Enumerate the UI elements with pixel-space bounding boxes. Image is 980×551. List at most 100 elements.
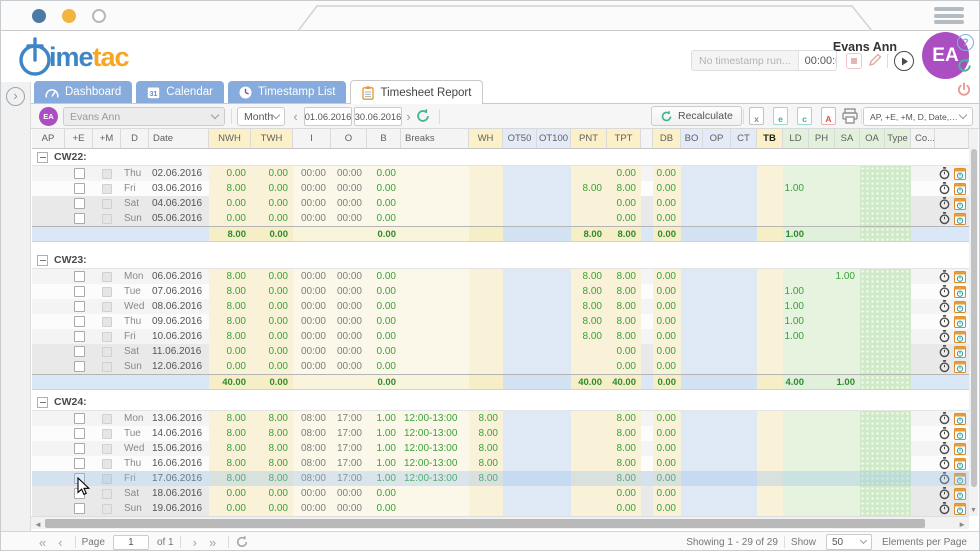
timesheet-detail-icon[interactable] bbox=[954, 361, 966, 373]
timesheet-detail-icon[interactable] bbox=[954, 428, 966, 440]
scroll-right-arrow[interactable]: ► bbox=[958, 520, 966, 529]
timesheet-detail-icon[interactable] bbox=[954, 183, 966, 195]
previous-period-button[interactable]: ‹ bbox=[289, 107, 302, 126]
tab-calendar[interactable]: 31Calendar bbox=[136, 81, 224, 103]
column-header-OT100[interactable]: OT100 bbox=[537, 129, 571, 149]
stopwatch-icon[interactable] bbox=[939, 315, 950, 328]
tab-timesheet-report[interactable]: Timesheet Report bbox=[350, 80, 483, 104]
table-row[interactable]: Fri17.06.20168.008.0008:0017:001.0012:00… bbox=[32, 471, 969, 486]
column-header-OP[interactable]: OP bbox=[703, 129, 731, 149]
timesheet-detail-icon[interactable] bbox=[954, 331, 966, 343]
timesheet-detail-icon[interactable] bbox=[954, 301, 966, 313]
help-icon[interactable]: ? bbox=[957, 34, 974, 51]
export-e-icon[interactable]: e bbox=[773, 107, 788, 125]
timesheet-detail-icon[interactable] bbox=[954, 413, 966, 425]
table-row[interactable]: Tue14.06.20168.008.0008:0017:001.0012:00… bbox=[32, 426, 969, 441]
table-row[interactable]: Mon06.06.20168.000.0000:0000:000.008.008… bbox=[32, 269, 969, 284]
column-header-B[interactable]: B bbox=[367, 129, 401, 149]
table-row[interactable]: Sun19.06.20160.000.0000:0000:000.000.000… bbox=[32, 501, 969, 516]
row-select-checkbox[interactable] bbox=[74, 413, 85, 424]
reload-report-icon[interactable] bbox=[415, 108, 431, 129]
timesheet-detail-icon[interactable] bbox=[954, 503, 966, 515]
column-header-DB[interactable]: DB bbox=[653, 129, 681, 149]
hamburger-menu-icon[interactable] bbox=[934, 7, 964, 27]
next-period-button[interactable]: › bbox=[402, 107, 415, 126]
timesheet-detail-icon[interactable] bbox=[954, 271, 966, 283]
stopwatch-icon[interactable] bbox=[939, 472, 950, 485]
table-row[interactable]: Thu16.06.20168.008.0008:0017:001.0012:00… bbox=[32, 456, 969, 471]
table-row[interactable]: Thu09.06.20168.000.0000:0000:000.008.008… bbox=[32, 314, 969, 329]
stopwatch-icon[interactable] bbox=[939, 427, 950, 440]
column-header-WH[interactable]: WH bbox=[469, 129, 503, 149]
timesheet-detail-icon[interactable] bbox=[954, 213, 966, 225]
column-header-TB[interactable]: TB bbox=[757, 129, 783, 149]
refresh-icon[interactable] bbox=[956, 57, 973, 79]
column-header-Breaks[interactable]: Breaks bbox=[401, 129, 469, 149]
page-size-select[interactable]: 50 bbox=[826, 534, 872, 550]
column-header-LD[interactable]: LD bbox=[783, 129, 809, 149]
scroll-left-arrow[interactable]: ◄ bbox=[34, 520, 42, 529]
stopwatch-icon[interactable] bbox=[939, 182, 950, 195]
columns-select[interactable]: AP, +E, +M, D, Date, NWH, T bbox=[863, 107, 973, 126]
row-select-checkbox[interactable] bbox=[74, 503, 85, 514]
table-row[interactable]: Fri10.06.20168.000.0000:0000:000.008.008… bbox=[32, 329, 969, 344]
table-row[interactable]: Sun12.06.20160.000.0000:0000:000.000.000… bbox=[32, 359, 969, 374]
stop-timestamp-icon[interactable] bbox=[846, 53, 862, 69]
timesheet-detail-icon[interactable] bbox=[954, 286, 966, 298]
tab-timestamp-list[interactable]: Timestamp List bbox=[228, 81, 347, 103]
column-header-CT[interactable]: CT bbox=[731, 129, 757, 149]
table-row[interactable]: Sat11.06.20160.000.0000:0000:000.000.000… bbox=[32, 344, 969, 359]
table-row[interactable]: Tue07.06.20168.000.0000:0000:000.008.008… bbox=[32, 284, 969, 299]
group-header[interactable]: CW22: bbox=[32, 149, 969, 166]
tab-dashboard[interactable]: Dashboard bbox=[34, 81, 132, 103]
stopwatch-icon[interactable] bbox=[939, 457, 950, 470]
stopwatch-icon[interactable] bbox=[939, 300, 950, 313]
row-select-checkbox[interactable] bbox=[74, 168, 85, 179]
column-header-OT50[interactable]: OT50 bbox=[503, 129, 537, 149]
row-select-checkbox[interactable] bbox=[74, 458, 85, 469]
column-header-GAP[interactable] bbox=[641, 129, 653, 149]
column-header-O[interactable]: O bbox=[331, 129, 367, 149]
stopwatch-icon[interactable] bbox=[939, 442, 950, 455]
edit-timestamp-icon[interactable] bbox=[867, 52, 883, 73]
column-header-AP[interactable]: AP bbox=[32, 129, 65, 149]
row-select-checkbox[interactable] bbox=[74, 331, 85, 342]
stopwatch-icon[interactable] bbox=[939, 330, 950, 343]
column-header-Date[interactable]: Date bbox=[149, 129, 209, 149]
stopwatch-icon[interactable] bbox=[939, 197, 950, 210]
timesheet-detail-icon[interactable] bbox=[954, 473, 966, 485]
collapse-group-icon[interactable] bbox=[37, 397, 48, 408]
timesheet-detail-icon[interactable] bbox=[954, 443, 966, 455]
previous-page-button[interactable]: ‹ bbox=[52, 536, 68, 549]
table-row[interactable]: Fri03.06.20168.000.0000:0000:000.008.008… bbox=[32, 181, 969, 196]
column-header-OA[interactable]: OA bbox=[860, 129, 885, 149]
stopwatch-icon[interactable] bbox=[939, 285, 950, 298]
export-c-icon[interactable]: c bbox=[797, 107, 812, 125]
stopwatch-icon[interactable] bbox=[939, 360, 950, 373]
row-select-checkbox[interactable] bbox=[74, 473, 85, 484]
column-header-PH[interactable]: PH bbox=[809, 129, 835, 149]
collapse-group-icon[interactable] bbox=[37, 152, 48, 163]
stopwatch-icon[interactable] bbox=[939, 345, 950, 358]
column-header-PNT[interactable]: PNT bbox=[571, 129, 607, 149]
row-select-checkbox[interactable] bbox=[74, 316, 85, 327]
row-select-checkbox[interactable] bbox=[74, 183, 85, 194]
date-from-input[interactable]: 01.06.2016 bbox=[304, 107, 352, 126]
row-select-checkbox[interactable] bbox=[74, 488, 85, 499]
recalculate-button[interactable]: Recalculate bbox=[651, 106, 742, 126]
timesheet-detail-icon[interactable] bbox=[954, 458, 966, 470]
stopwatch-icon[interactable] bbox=[939, 487, 950, 500]
row-select-checkbox[interactable] bbox=[74, 198, 85, 209]
column-header-TWH[interactable]: TWH bbox=[251, 129, 293, 149]
period-select[interactable]: Month bbox=[237, 107, 285, 126]
table-row[interactable]: Sun05.06.20160.000.0000:0000:000.000.000… bbox=[32, 211, 969, 226]
column-header-Type[interactable]: Type bbox=[885, 129, 911, 149]
column-header-Co[interactable]: Co... bbox=[911, 129, 935, 149]
row-select-checkbox[interactable] bbox=[74, 428, 85, 439]
first-page-button[interactable]: « bbox=[33, 536, 52, 549]
next-page-button[interactable]: › bbox=[187, 536, 203, 549]
timesheet-detail-icon[interactable] bbox=[954, 198, 966, 210]
group-header[interactable]: CW23: bbox=[32, 252, 969, 269]
stopwatch-icon[interactable] bbox=[939, 502, 950, 515]
vertical-scroll-thumb[interactable] bbox=[971, 149, 977, 487]
